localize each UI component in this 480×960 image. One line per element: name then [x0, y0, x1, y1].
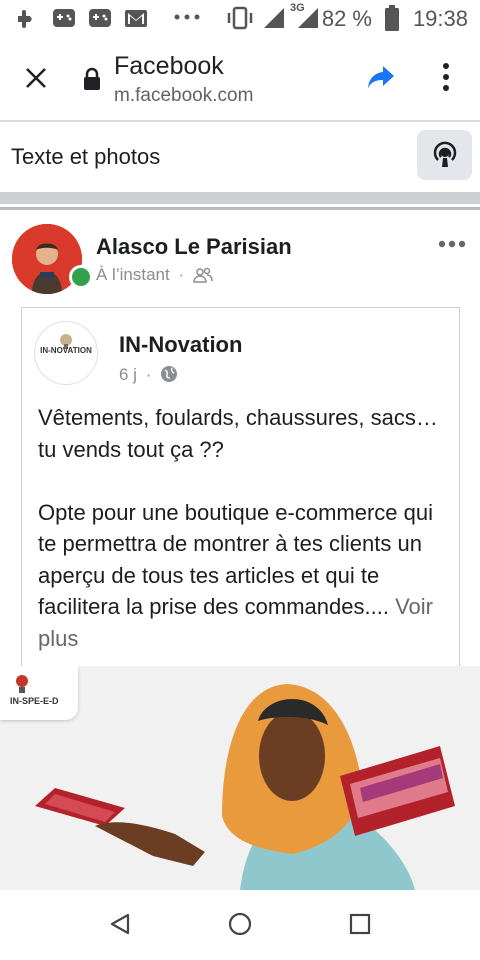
- gamepad-icon: [52, 6, 76, 35]
- gamepad-icon: [88, 6, 112, 35]
- overflow-menu-icon[interactable]: [440, 62, 452, 97]
- live-video-icon: [431, 141, 459, 174]
- signal-icon: [262, 6, 286, 35]
- more-horizontal-icon[interactable]: [438, 236, 466, 254]
- back-icon[interactable]: [108, 912, 132, 941]
- close-icon[interactable]: [24, 66, 48, 95]
- battery-icon: [384, 5, 400, 36]
- author-name[interactable]: Alasco Le Parisian: [96, 234, 292, 260]
- status-time: 19:38: [412, 6, 468, 31]
- puzzle-icon: [14, 6, 40, 35]
- friends-icon: [193, 267, 213, 287]
- signal-icon: [296, 6, 320, 35]
- home-icon[interactable]: [228, 912, 252, 941]
- post-meta: À l’instant ·: [96, 264, 213, 285]
- globe-icon: [160, 366, 178, 387]
- gmail-icon: [124, 6, 148, 35]
- site-url[interactable]: m.facebook.com: [114, 85, 253, 107]
- post-image[interactable]: IN-SPE-E-D: [0, 666, 480, 890]
- composer-label[interactable]: Texte et photos: [11, 144, 160, 170]
- post-text-paragraph-2: Opte pour une boutique e-commerce qui te…: [38, 497, 448, 655]
- post-time[interactable]: À l’instant: [96, 265, 170, 284]
- post-composer[interactable]: Texte et photos: [0, 122, 480, 192]
- system-nav-bar: [0, 890, 480, 960]
- page-logo[interactable]: IN-NOVATION: [34, 321, 98, 385]
- site-title: Facebook: [114, 52, 224, 80]
- feed-separator: [0, 192, 480, 210]
- online-status-dot: [69, 265, 93, 289]
- lock-icon[interactable]: [82, 67, 102, 96]
- shared-post[interactable]: IN-NOVATION IN-Novation 6 j · Vêtements,…: [21, 307, 460, 708]
- post-text-paragraph-1: Vêtements, foulards, chaussures, sacs… t…: [38, 405, 438, 462]
- photo-logo-badge: IN-SPE-E-D: [0, 666, 78, 720]
- more-dots-icon: [172, 4, 202, 35]
- status-bar: 3G 82 % 19:38: [0, 0, 480, 36]
- recents-icon[interactable]: [348, 912, 372, 941]
- meta-separator: ·: [178, 265, 185, 284]
- browser-toolbar: Facebook m.facebook.com: [0, 36, 480, 122]
- battery-percent: 82 %: [321, 6, 372, 31]
- page-logo-text: IN-NOVATION: [40, 346, 92, 355]
- vibrate-icon: [226, 6, 254, 35]
- page-name[interactable]: IN-Novation: [119, 332, 242, 358]
- shared-post-time[interactable]: 6 j: [119, 365, 137, 384]
- meta-separator: ·: [145, 365, 152, 384]
- post-text-body: Opte pour une boutique e-commerce qui te…: [38, 499, 434, 620]
- photo-badge-text: IN-SPE-E-D: [10, 696, 59, 706]
- shared-post-meta: 6 j ·: [119, 362, 178, 385]
- live-button[interactable]: [417, 130, 472, 180]
- post-text: Vêtements, foulards, chaussures, sacs… t…: [38, 402, 448, 654]
- share-icon[interactable]: [367, 64, 395, 95]
